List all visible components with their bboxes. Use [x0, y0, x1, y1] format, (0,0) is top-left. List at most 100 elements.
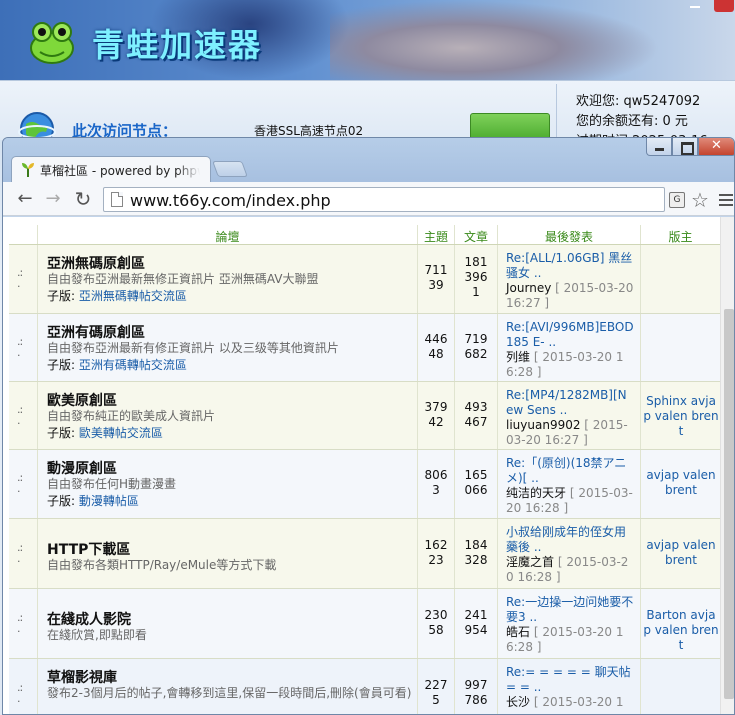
- header-moderators: 版主: [668, 230, 693, 244]
- subforum: 子版: 歐美轉帖交流區: [47, 426, 163, 440]
- post-count: 181 396 1: [464, 255, 488, 299]
- back-arrow-icon[interactable]: ←: [15, 189, 35, 209]
- last-post: Re:一边操一边问她要不要3 .. 皓石 [ 2015-03-20 16:28 ]: [506, 595, 634, 655]
- topic-count: 162 23: [424, 537, 448, 567]
- translate-icon[interactable]: G: [669, 192, 685, 208]
- table-header: 論壇 主題 文章 最後發表 版主: [9, 225, 720, 245]
- tab-strip: 草榴社區 - powered by phpwind: [3, 138, 734, 182]
- table-row: .:. 亞洲有碼原創區 自由發布亞洲最新有修正資訊片 以及三级等其他資訊片 子版…: [9, 314, 720, 382]
- topic-count: 446 48: [424, 331, 448, 361]
- last-post-user: liuyuan9902: [506, 418, 581, 432]
- last-post-link[interactable]: Re:[ALL/1.06GB] 黑丝骚女 ..: [506, 251, 632, 280]
- header-last-post: 最後發表: [544, 230, 593, 244]
- moderators[interactable]: avjap valen brent: [643, 538, 719, 568]
- last-post-user: 长沙: [506, 695, 531, 709]
- subforum: 子版: 亞洲有碼轉帖交流區: [47, 358, 187, 372]
- browser-tab[interactable]: 草榴社區 - powered by phpwind: [11, 156, 211, 182]
- browser-window: 草榴社區 - powered by phpwind ← → ↻ www.t66y…: [2, 137, 735, 715]
- banner-artwork: [330, 0, 660, 80]
- page-icon: [111, 192, 123, 207]
- last-post: Re:[ALL/1.06GB] 黑丝骚女 .. Journey [ 2015-03…: [506, 251, 634, 311]
- last-post-date: [ 2015-03-20 1: [530, 695, 624, 709]
- forum-description: 自由發布任何H動畫漫畫: [47, 477, 177, 491]
- last-post-link[interactable]: 小叔给刚成年的侄女用藥後 ..: [506, 525, 626, 554]
- forum-name[interactable]: 亞洲無碼原創區: [47, 253, 145, 273]
- menu-icon[interactable]: [719, 194, 733, 206]
- table-row: .:. 動漫原創區 自由發布任何H動畫漫畫 子版: 動漫轉帖區 806 3 16…: [9, 450, 720, 519]
- favicon-icon: [22, 163, 34, 177]
- moderators[interactable]: Sphinx avjap valen brent: [643, 394, 719, 439]
- last-post-link[interactable]: Re:一边操一边问她要不要3 ..: [506, 595, 633, 624]
- forum-description: 自由發布亞洲最新無修正資訊片 亞洲無碼AV大聯盟: [47, 272, 319, 286]
- moderators[interactable]: Barton avjap valen brent: [643, 608, 719, 653]
- forum-description: 發布2-3個月后的帖子,會轉移到這里,保留一段時間后,刪除(會員可看): [47, 686, 412, 700]
- app-title: 青蛙加速器: [92, 26, 263, 64]
- header-posts: 文章: [463, 230, 488, 244]
- forum-description: 自由發布純正的歐美成人資訊片: [47, 409, 216, 423]
- forum-name[interactable]: HTTP下載區: [47, 539, 130, 559]
- last-post-link[interactable]: Re:[MP4/1282MB][New Sens ..: [506, 388, 627, 417]
- forum-name[interactable]: 在綫成人影院: [47, 609, 131, 629]
- post-count: 997 786: [464, 677, 488, 707]
- scrollbar-thumb[interactable]: [724, 309, 734, 699]
- topic-count: 230 58: [424, 607, 448, 637]
- topic-count: 806 3: [424, 468, 448, 497]
- subforum: 子版: 動漫轉帖區: [47, 494, 139, 508]
- close-button[interactable]: [698, 138, 734, 156]
- vertical-scrollbar[interactable]: [720, 217, 734, 714]
- minimize-button[interactable]: [646, 138, 672, 156]
- table-row: .:. 亞洲無碼原創區 自由發布亞洲最新無修正資訊片 亞洲無碼AV大聯盟 子版:…: [9, 245, 720, 314]
- forum-description: 自由發布各類HTTP/Ray/eMule等方式下載: [47, 558, 277, 572]
- last-post-link[interactable]: Re:= = = = = 聊天帖 = = ..: [506, 665, 631, 694]
- table-row: .:. HTTP下載區 自由發布各類HTTP/Ray/eMule等方式下載 16…: [9, 519, 720, 589]
- forum-name[interactable]: 歐美原創區: [47, 390, 117, 410]
- forum-status-icon: .:.: [17, 471, 23, 495]
- subforum-link[interactable]: 亞洲有碼轉帖交流區: [79, 358, 187, 372]
- topic-count: 711 39: [424, 263, 448, 292]
- bookmark-star-icon[interactable]: ☆: [691, 188, 709, 212]
- forum-name[interactable]: 亞洲有碼原創區: [47, 322, 145, 342]
- forward-arrow-icon[interactable]: →: [43, 189, 63, 209]
- last-post-user: 皓石: [506, 625, 531, 639]
- last-post-user: 淫魔之首: [506, 555, 555, 569]
- app-close-button[interactable]: [714, 0, 734, 12]
- moderators[interactable]: avjap valen brent: [643, 468, 719, 498]
- app-banner: 青蛙加速器: [0, 0, 735, 80]
- app-minimize-button[interactable]: [688, 0, 702, 12]
- subforum: 子版: 亞洲無碼轉帖交流區: [47, 289, 187, 303]
- post-count: 493 467: [464, 399, 488, 429]
- last-post: 小叔给刚成年的侄女用藥後 .. 淫魔之首 [ 2015-03-20 16:28 ]: [506, 525, 634, 585]
- subforum-link[interactable]: 動漫轉帖區: [79, 494, 139, 508]
- page-viewport: 論壇 主題 文章 最後發表 版主 .:. 亞洲無碼原創區 自由發布亞洲最新無修正…: [3, 217, 734, 714]
- balance-text: 您的余额还有: 0 元: [576, 114, 688, 129]
- forum-description: 自由發布亞洲最新有修正資訊片 以及三级等其他資訊片: [47, 341, 339, 355]
- url-text[interactable]: www.t66y.com/index.php: [130, 191, 331, 210]
- last-post: Re:[AVI/996MB]EBOD185 E- .. 列维 [ 2015-03-…: [506, 320, 634, 380]
- last-post-link[interactable]: Re:「(原创)(18禁アニメ)[ ..: [506, 456, 626, 485]
- maximize-button[interactable]: [672, 138, 698, 156]
- address-bar[interactable]: www.t66y.com/index.php: [103, 187, 665, 212]
- welcome-text: 欢迎您: qw5247092: [576, 94, 701, 109]
- last-post: Re:[MP4/1282MB][New Sens .. liuyuan9902 […: [506, 388, 634, 448]
- forum-status-icon: .:.: [17, 540, 23, 565]
- post-count: 719 682: [464, 331, 488, 361]
- post-count: 241 954: [464, 607, 488, 637]
- last-post-link[interactable]: Re:[AVI/996MB]EBOD185 E- ..: [506, 320, 634, 349]
- forum-status-icon: .:.: [17, 680, 23, 705]
- reload-icon[interactable]: ↻: [73, 189, 93, 209]
- subforum-link[interactable]: 亞洲無碼轉帖交流區: [79, 289, 187, 303]
- last-post-user: 纯洁的天牙: [506, 486, 567, 500]
- last-post-user: Journey: [506, 281, 552, 295]
- forum-description: 在綫欣賞,即點即看: [47, 628, 147, 642]
- forum-status-icon: .:.: [17, 334, 23, 359]
- forum-name[interactable]: 草榴影視庫: [47, 667, 117, 687]
- subforum-link[interactable]: 歐美轉帖交流區: [79, 426, 163, 440]
- new-tab-button[interactable]: [212, 161, 248, 177]
- forum-status-icon: .:.: [17, 266, 23, 290]
- table-row: .:. 草榴影視庫 發布2-3個月后的帖子,會轉移到這里,保留一段時間后,刪除(…: [9, 659, 720, 714]
- tab-title: 草榴社區 - powered by phpwind: [40, 162, 200, 179]
- forum-name[interactable]: 動漫原創區: [47, 458, 117, 478]
- topic-count: 379 42: [424, 399, 448, 429]
- post-count: 184 328: [464, 537, 488, 567]
- last-post: Re:「(原创)(18禁アニメ)[ .. 纯洁的天牙 [ 2015-03-20 1…: [506, 456, 634, 516]
